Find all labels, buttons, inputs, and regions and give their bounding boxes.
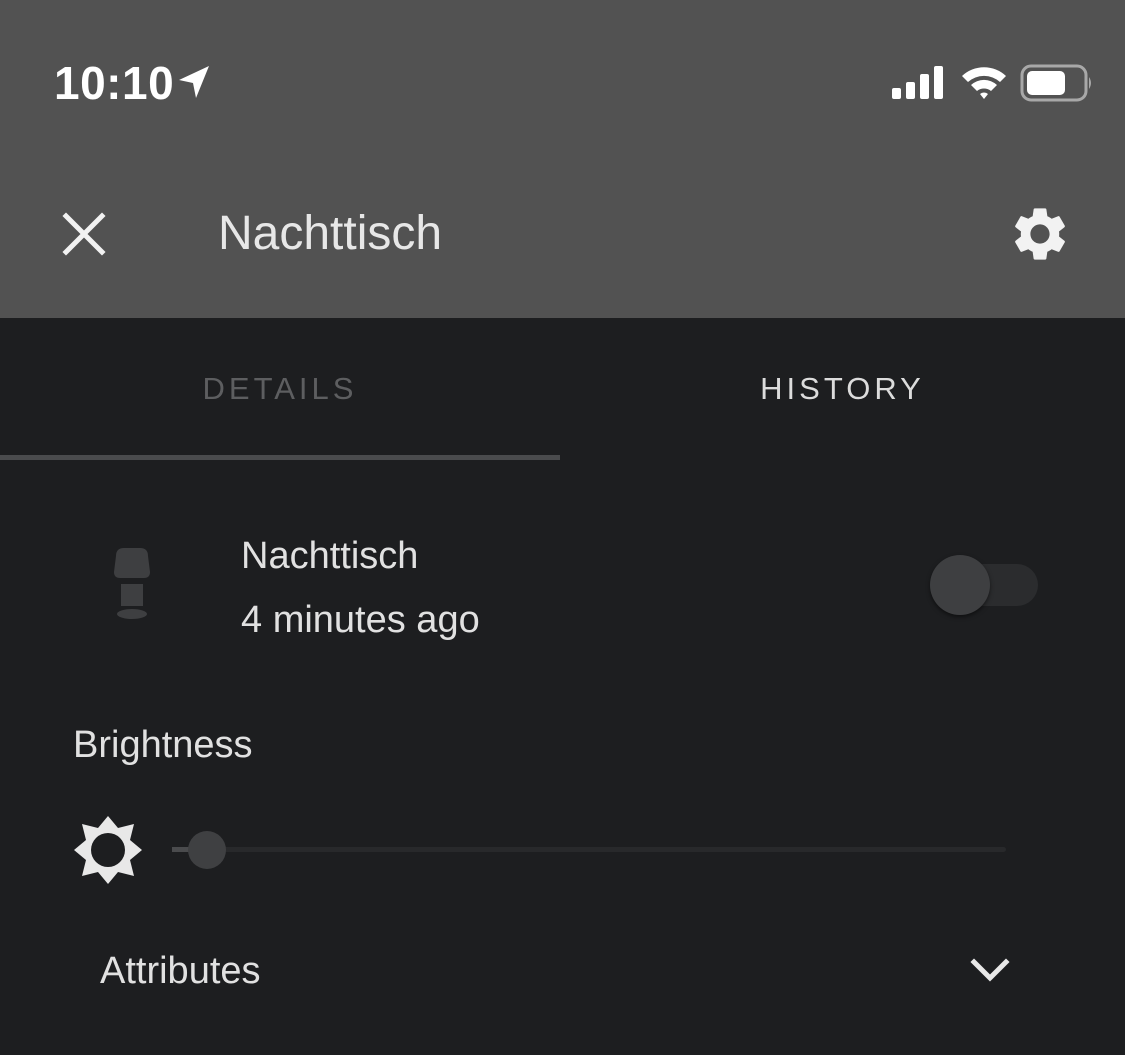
attributes-expander[interactable]: Attributes [0, 920, 1125, 1020]
chevron-down-icon [970, 958, 1010, 982]
slider-thumb[interactable] [187, 831, 226, 869]
settings-button[interactable] [1002, 196, 1078, 272]
battery-icon [1020, 64, 1091, 102]
lamp-icon [114, 548, 150, 619]
slider-track [172, 847, 1006, 852]
brightness-icon [74, 816, 142, 884]
power-toggle[interactable] [928, 554, 1040, 616]
brightness-slider[interactable] [172, 828, 1010, 872]
status-bar: 10:10 [0, 0, 1125, 160]
tab-indicator [0, 455, 560, 460]
entity-last-changed[interactable]: 4 minutes ago [241, 598, 480, 642]
close-icon [62, 212, 106, 256]
entity-name: Nachttisch [241, 535, 419, 577]
brightness-label: Brightness [73, 724, 253, 766]
attributes-label: Attributes [100, 950, 261, 992]
wifi-icon [962, 67, 1006, 99]
dialog-title: Nachttisch [218, 207, 443, 260]
gear-icon [1015, 208, 1065, 260]
entity-row: Nachttisch 4 minutes ago [0, 520, 1125, 650]
status-time: 10:10 [54, 57, 175, 109]
location-arrow-icon [179, 66, 209, 98]
toggle-thumb [930, 555, 990, 615]
tab-details[interactable]: DETAILS [0, 318, 560, 464]
cellular-signal-icon [892, 66, 943, 99]
tab-bar: DETAILS HISTORY [0, 318, 1125, 464]
close-button[interactable] [50, 200, 118, 268]
tab-history[interactable]: HISTORY [560, 318, 1125, 464]
app-bar: Nachttisch [0, 160, 1125, 318]
